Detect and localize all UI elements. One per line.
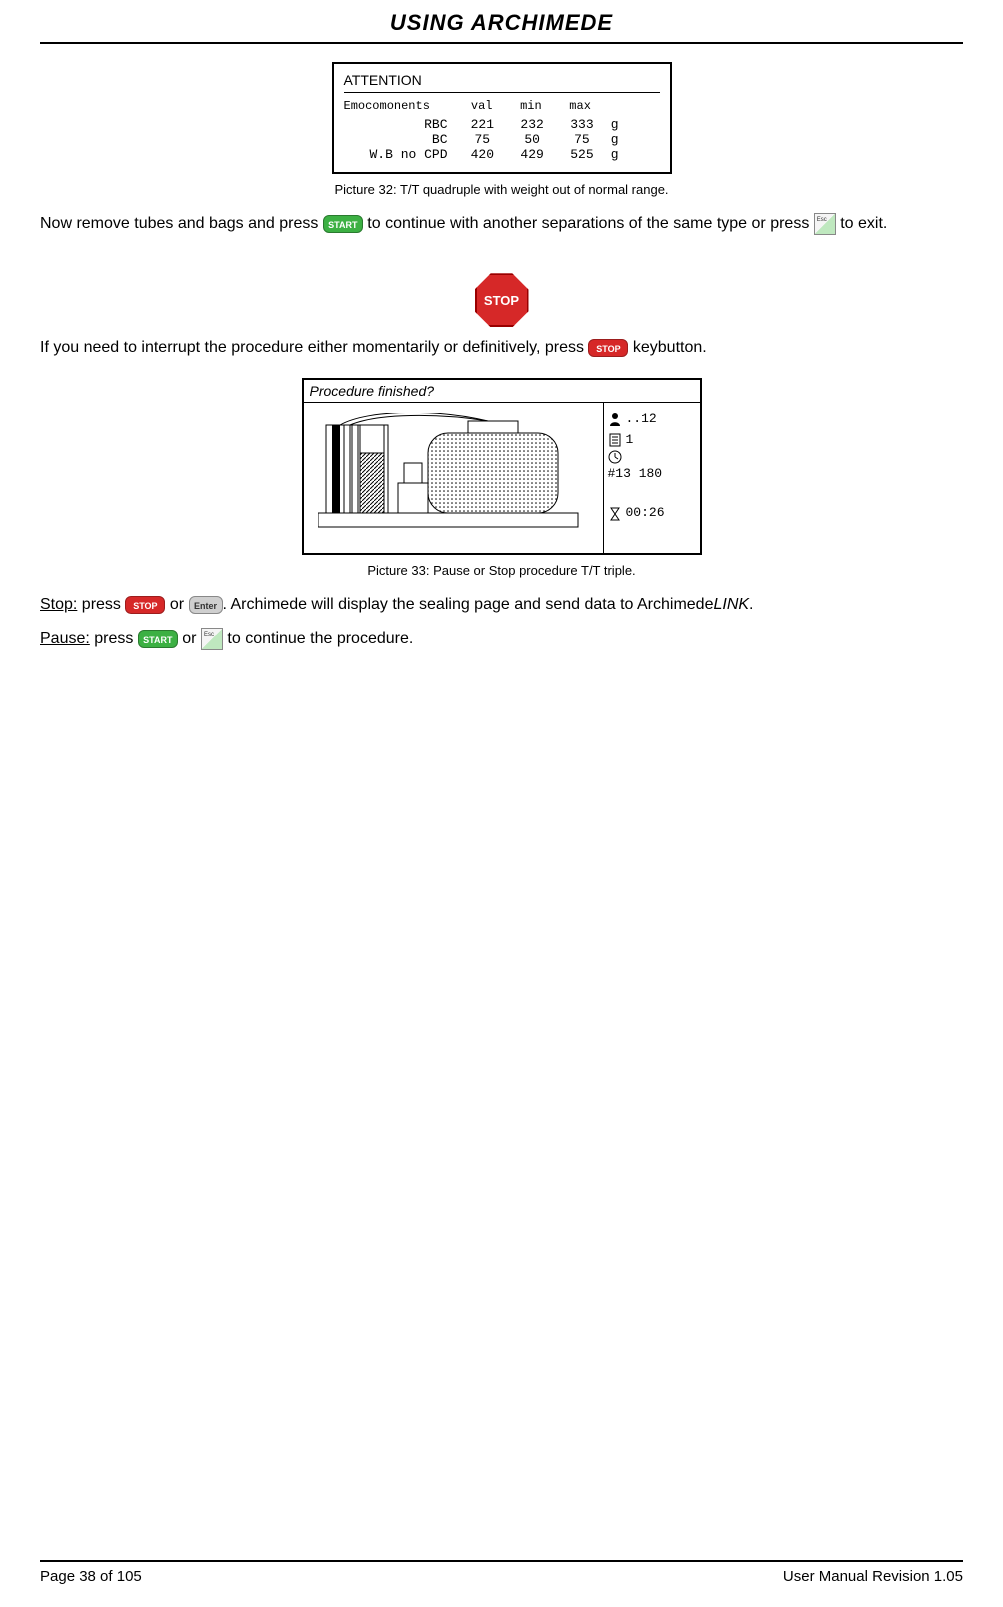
start-button-icon: START: [323, 215, 363, 233]
text: to exit.: [840, 215, 887, 232]
attention-heading: ATTENTION: [344, 70, 660, 93]
text: or: [170, 596, 189, 613]
text: press: [90, 630, 138, 647]
text: press: [77, 596, 125, 613]
device-drawing: [318, 413, 588, 533]
status-hourglass: 00:26: [608, 503, 696, 524]
stop-sign: STOP: [40, 273, 963, 327]
col-max: max: [559, 99, 601, 113]
status-doc: 1: [608, 430, 696, 451]
paragraph-stop: Stop: press STOP or Enter. Archimede wil…: [40, 590, 963, 620]
text: to continue with another separations of …: [367, 215, 813, 232]
procedure-status: ..12 1 #13 180 00:26: [604, 403, 700, 553]
row-label: BC: [344, 132, 454, 147]
start-button-icon: START: [138, 630, 178, 648]
status-clock: [608, 450, 696, 464]
status-time-value: 00:26: [626, 503, 665, 524]
page-title: USING ARCHIMEDE: [40, 0, 963, 44]
hourglass-icon: [608, 507, 622, 521]
row-unit: g: [611, 117, 629, 132]
esc-button-icon: [814, 213, 836, 235]
row-max: 75: [561, 132, 603, 147]
row-unit: g: [611, 147, 629, 162]
footer-revision: User Manual Revision 1.05: [783, 1568, 963, 1585]
esc-button-icon: [201, 628, 223, 650]
row-max: 525: [561, 147, 603, 162]
stop-button-icon: STOP: [125, 596, 165, 614]
status-person-value: ..12: [626, 409, 657, 430]
attention-columns: Emocomonents val min max: [344, 99, 660, 113]
row-val: 75: [461, 132, 503, 147]
attention-subtitle: Emocomonents: [344, 99, 454, 113]
text: to continue the procedure.: [227, 630, 413, 647]
col-val: val: [461, 99, 503, 113]
status-doc-value: 1: [626, 430, 634, 451]
table-row: W.B no CPD 420 429 525 g: [344, 147, 660, 162]
paragraph-pause: Pause: press START or to continue the pr…: [40, 624, 963, 654]
text: . Archimede will display the sealing pag…: [223, 596, 714, 613]
paragraph-interrupt: If you need to interrupt the procedure e…: [40, 333, 963, 363]
paragraph-remove-tubes: Now remove tubes and bags and press STAR…: [40, 209, 963, 239]
status-hash-value: #13 180: [608, 464, 663, 485]
procedure-title: Procedure finished?: [304, 380, 700, 403]
stop-label: Stop:: [40, 596, 77, 613]
status-person: ..12: [608, 409, 696, 430]
clock-icon: [608, 450, 622, 464]
stop-button-icon: STOP: [588, 339, 628, 357]
row-label: W.B no CPD: [344, 147, 454, 162]
row-min: 429: [511, 147, 553, 162]
table-row: BC 75 50 75 g: [344, 132, 660, 147]
footer-page: Page 38 of 105: [40, 1568, 142, 1585]
row-unit: g: [611, 132, 629, 147]
caption-pic33: Picture 33: Pause or Stop procedure T/T …: [40, 563, 963, 578]
document-icon: [608, 433, 622, 447]
row-max: 333: [561, 117, 603, 132]
caption-pic32: Picture 32: T/T quadruple with weight ou…: [40, 182, 963, 197]
row-label: RBC: [344, 117, 454, 132]
table-row: RBC 221 232 333 g: [344, 117, 660, 132]
person-icon: [608, 412, 622, 426]
row-min: 232: [511, 117, 553, 132]
text: If you need to interrupt the procedure e…: [40, 339, 588, 356]
page-footer: Page 38 of 105 User Manual Revision 1.05: [40, 1560, 963, 1585]
procedure-finished-panel: Procedure finished?: [302, 378, 702, 555]
text: Now remove tubes and bags and press: [40, 215, 323, 232]
row-val: 221: [461, 117, 503, 132]
text: or: [182, 630, 201, 647]
stop-octagon-icon: STOP: [475, 273, 529, 327]
enter-button-icon: Enter: [189, 596, 223, 614]
procedure-diagram: [304, 403, 604, 553]
col-min: min: [510, 99, 552, 113]
text: keybutton.: [633, 339, 707, 356]
row-val: 420: [461, 147, 503, 162]
status-hash: #13 180: [608, 464, 696, 485]
archimedelink: LINK: [713, 596, 749, 613]
text: .: [749, 596, 753, 613]
row-min: 50: [511, 132, 553, 147]
pause-label: Pause:: [40, 630, 90, 647]
attention-panel: ATTENTION Emocomonents val min max RBC 2…: [332, 62, 672, 174]
